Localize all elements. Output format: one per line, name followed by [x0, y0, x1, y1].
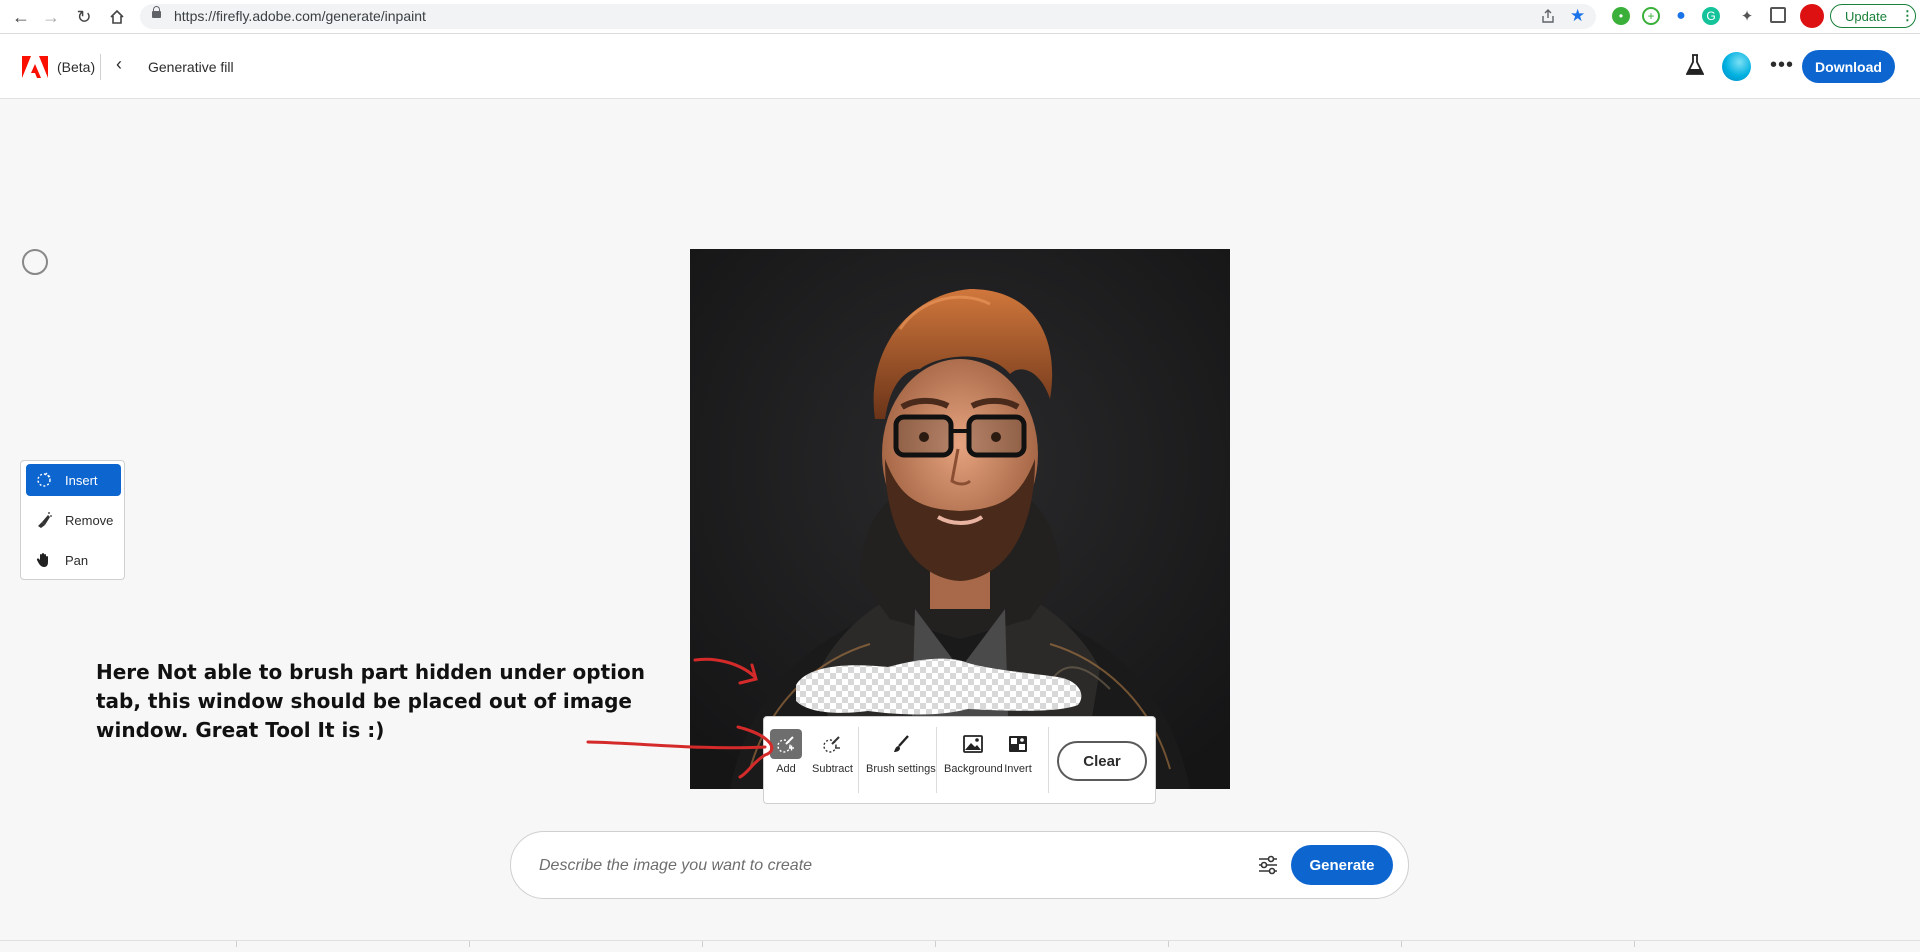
brush-toolbar: Add Subtract Brush settings Background I… — [763, 716, 1156, 804]
reload-icon[interactable]: ↻ — [73, 6, 95, 28]
bookmark-star-icon[interactable]: ★ — [1570, 6, 1585, 26]
subtract-label: Subtract — [812, 763, 853, 775]
brush-size-cursor-icon — [22, 249, 48, 275]
pan-tool-label: Pan — [65, 552, 89, 568]
subtract-brush-button[interactable]: Subtract — [812, 729, 853, 775]
beta-label: (Beta) — [57, 59, 96, 75]
tick-mark — [236, 941, 237, 947]
profile-avatar-icon[interactable] — [1800, 4, 1824, 28]
lock-icon — [152, 6, 161, 18]
page-title: Generative fill — [148, 59, 234, 75]
tick-mark — [1634, 941, 1635, 947]
subtract-brush-icon — [816, 729, 848, 759]
image-icon — [957, 729, 989, 759]
pan-tool[interactable]: Pan — [26, 544, 121, 576]
address-url[interactable]: https://firefly.adobe.com/generate/inpai… — [174, 8, 426, 24]
background-label: Background — [944, 763, 1003, 775]
brush-settings-label: Brush settings — [866, 763, 936, 775]
user-avatar[interactable] — [1722, 52, 1751, 81]
labs-flask-icon[interactable] — [1685, 54, 1705, 81]
puzzle-extensions-icon[interactable]: ✦ — [1738, 7, 1756, 25]
toolbar-divider — [858, 727, 859, 793]
extension-drop-icon[interactable]: ● — [1672, 7, 1690, 25]
prompt-input[interactable] — [537, 852, 1241, 880]
bottom-strip — [0, 940, 1920, 952]
update-button[interactable]: Update ⋮ — [1830, 4, 1916, 28]
insert-brush-icon — [35, 472, 53, 488]
more-options-icon[interactable]: ••• — [1770, 54, 1794, 77]
brushed-mask-area — [796, 658, 1082, 715]
annotation-arrows — [586, 657, 774, 779]
invert-icon — [1002, 729, 1034, 759]
grammarly-icon[interactable]: G — [1702, 7, 1720, 25]
remove-tool[interactable]: Remove — [26, 504, 121, 536]
home-icon[interactable] — [106, 6, 128, 28]
back-arrow-icon[interactable]: ← — [10, 6, 32, 28]
extension-chat-icon[interactable]: • — [1612, 7, 1630, 25]
hand-icon — [35, 552, 53, 568]
download-button[interactable]: Download — [1802, 50, 1895, 83]
browser-toolbar: ← → ↻ https://firefly.adobe.com/generate… — [0, 0, 1920, 34]
generate-button[interactable]: Generate — [1291, 845, 1393, 885]
kebab-menu-icon: ⋮ — [1900, 8, 1914, 23]
tick-mark — [1401, 941, 1402, 947]
insert-tool[interactable]: Insert — [26, 464, 121, 496]
toolbar-divider — [936, 727, 937, 793]
side-panel-icon[interactable] — [1770, 7, 1786, 23]
header-divider — [100, 54, 101, 80]
brush-icon — [885, 729, 917, 759]
share-icon[interactable] — [1540, 8, 1556, 29]
background-button[interactable]: Background — [944, 729, 1003, 775]
brush-settings-button[interactable]: Brush settings — [866, 729, 936, 775]
sliders-settings-icon[interactable] — [1257, 854, 1279, 881]
tick-mark — [1168, 941, 1169, 947]
update-label: Update — [1845, 8, 1887, 24]
back-chevron-icon[interactable]: ‹ — [116, 54, 122, 75]
adobe-logo-icon[interactable] — [22, 56, 48, 78]
invert-button[interactable]: Invert — [1002, 729, 1034, 775]
toolbar-divider — [1048, 727, 1049, 793]
remove-brush-icon — [35, 512, 53, 528]
tick-mark — [702, 941, 703, 947]
extension-plus-icon[interactable]: + — [1642, 7, 1660, 25]
clear-button[interactable]: Clear — [1057, 741, 1147, 781]
forward-arrow-icon[interactable]: → — [40, 6, 62, 28]
remove-tool-label: Remove — [65, 512, 114, 528]
address-bar[interactable]: https://firefly.adobe.com/generate/inpai… — [140, 4, 1596, 29]
invert-label: Invert — [1004, 763, 1032, 775]
tick-mark — [469, 941, 470, 947]
prompt-bar: Generate — [510, 831, 1409, 899]
insert-tool-label: Insert — [65, 472, 98, 488]
app-header: (Beta) ‹ Generative fill ••• Download — [0, 34, 1920, 99]
tick-mark — [935, 941, 936, 947]
tool-panel: Insert Remove Pan — [20, 460, 125, 580]
